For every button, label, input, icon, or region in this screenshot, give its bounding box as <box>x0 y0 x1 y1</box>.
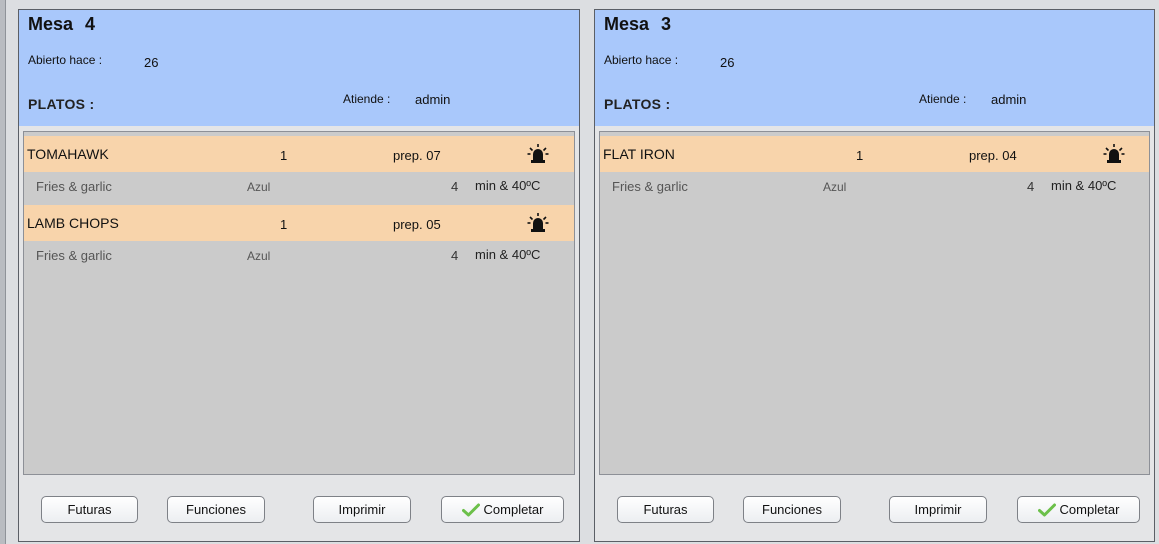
dish-quantity: 1 <box>856 148 864 163</box>
dish-quantity: 1 <box>280 217 288 232</box>
dish-details: Fries & garlic Azul 4 min & 40ºC <box>24 241 574 271</box>
imprimir-button[interactable]: Imprimir <box>889 496 987 523</box>
dish-side: Fries & garlic <box>36 179 112 194</box>
dish-prep-time: prep. 04 <box>969 148 1017 163</box>
dish-row[interactable]: LAMB CHOPS 1 prep. 05 <box>24 205 574 241</box>
dishes-heading: PLATOS : <box>604 96 671 112</box>
waiter-value: admin <box>415 92 451 107</box>
dish-name: FLAT IRON <box>603 146 675 162</box>
dish-details: Fries & garlic Azul 4 min & 40ºC <box>24 172 574 202</box>
opened-label: Abierto hace : <box>604 53 679 67</box>
alarm-bell-icon[interactable] <box>1103 143 1125 165</box>
dish-name: LAMB CHOPS <box>27 215 119 231</box>
table-title: Mesa 3 <box>604 14 671 35</box>
panel-header: Mesa 3 Abierto hace : 26 PLATOS : Atiende… <box>595 10 1154 126</box>
dish-side: Fries & garlic <box>612 179 688 194</box>
dish-cooking-point: Azul <box>247 180 271 194</box>
check-icon <box>461 503 480 516</box>
dish-name: TOMAHAWK <box>27 146 109 162</box>
opened-value: 26 <box>720 55 735 70</box>
check-icon <box>1037 503 1056 516</box>
opened-label: Abierto hace : <box>28 53 103 67</box>
completar-button[interactable]: Completar <box>441 496 564 523</box>
dish-minutes: 4 <box>451 248 459 263</box>
dish-temperature: min & 40ºC <box>475 178 541 193</box>
kitchen-display: Mesa 4 Abierto hace : 26 PLATOS : Atiende… <box>0 0 1159 544</box>
table-label: Mesa <box>604 14 650 34</box>
dish-list[interactable]: FLAT IRON 1 prep. 04 Fries & garlic Azul… <box>599 131 1150 475</box>
dish-list[interactable]: TOMAHAWK 1 prep. 07 Fries & garlic Azul … <box>23 131 575 475</box>
dish-quantity: 1 <box>280 148 288 163</box>
dish-minutes: 4 <box>1027 179 1035 194</box>
dish-temperature: min & 40ºC <box>475 247 541 262</box>
dish-row[interactable]: FLAT IRON 1 prep. 04 <box>600 136 1149 172</box>
table-title: Mesa 4 <box>28 14 95 35</box>
order-panel-mesa-3: Mesa 3 Abierto hace : 26 PLATOS : Atiende… <box>594 9 1155 542</box>
funciones-button[interactable]: Funciones <box>743 496 841 523</box>
dish-prep-time: prep. 05 <box>393 217 441 232</box>
order-panel-mesa-4: Mesa 4 Abierto hace : 26 PLATOS : Atiende… <box>18 9 580 542</box>
waiter-value: admin <box>991 92 1027 107</box>
alarm-bell-icon[interactable] <box>527 212 549 234</box>
funciones-button[interactable]: Funciones <box>167 496 265 523</box>
waiter-label: Atiende : <box>343 92 391 106</box>
table-number: 4 <box>85 14 96 34</box>
dish-cooking-point: Azul <box>247 249 271 263</box>
dish-prep-time: prep. 07 <box>393 148 441 163</box>
dish-minutes: 4 <box>451 179 459 194</box>
dish-side: Fries & garlic <box>36 248 112 263</box>
completar-label: Completar <box>483 502 544 517</box>
alarm-bell-icon[interactable] <box>527 143 549 165</box>
opened-value: 26 <box>144 55 159 70</box>
table-number: 3 <box>661 14 672 34</box>
waiter-label: Atiende : <box>919 92 967 106</box>
dish-row[interactable]: TOMAHAWK 1 prep. 07 <box>24 136 574 172</box>
completar-button[interactable]: Completar <box>1017 496 1140 523</box>
panel-header: Mesa 4 Abierto hace : 26 PLATOS : Atiende… <box>19 10 579 126</box>
dishes-heading: PLATOS : <box>28 96 95 112</box>
dish-details: Fries & garlic Azul 4 min & 40ºC <box>600 172 1149 202</box>
futuras-button[interactable]: Futuras <box>41 496 138 523</box>
futuras-button[interactable]: Futuras <box>617 496 714 523</box>
completar-label: Completar <box>1059 502 1120 517</box>
dish-cooking-point: Azul <box>823 180 847 194</box>
imprimir-button[interactable]: Imprimir <box>313 496 411 523</box>
window-edge <box>0 0 6 544</box>
dish-temperature: min & 40ºC <box>1051 178 1117 193</box>
table-label: Mesa <box>28 14 74 34</box>
